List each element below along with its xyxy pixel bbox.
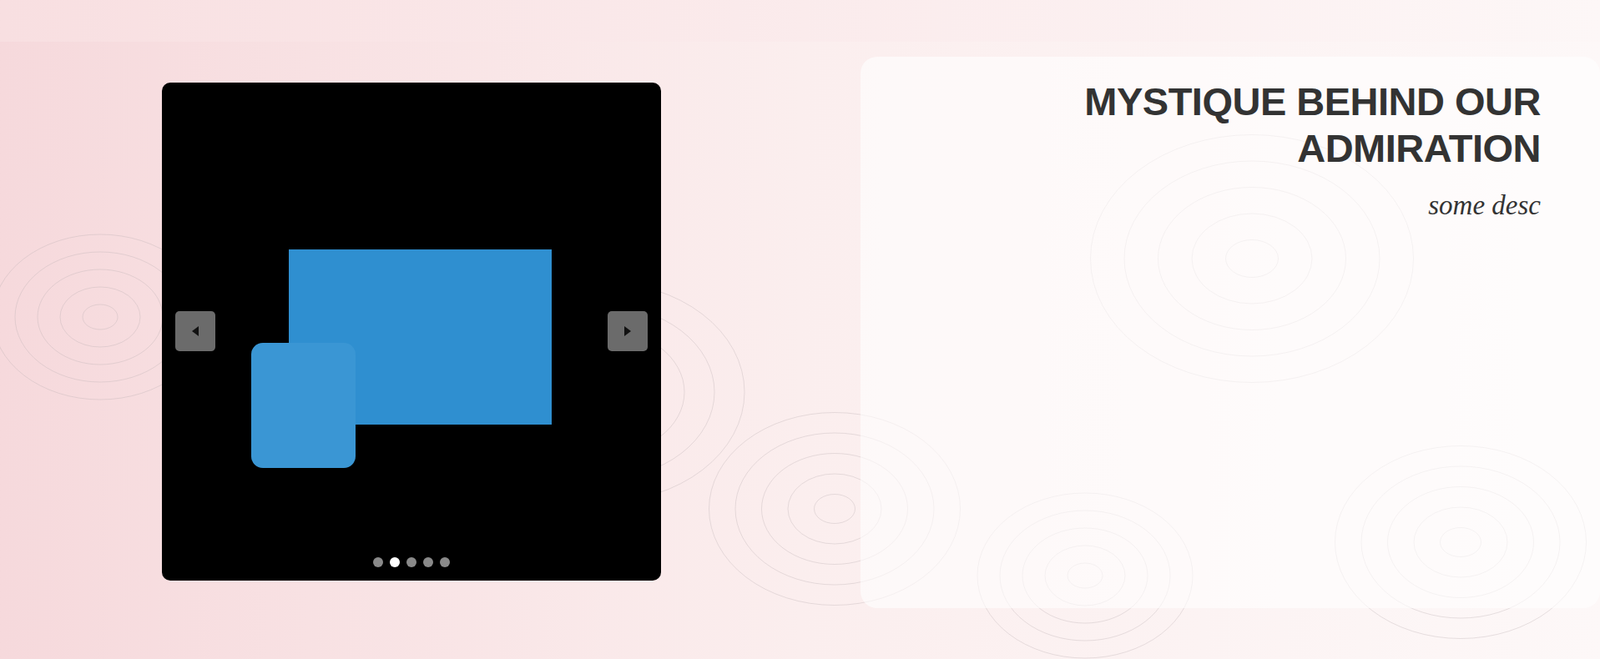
page: MYSTIQUE BEHIND OUR ADMIRATION some desc [0,0,1600,659]
image-carousel[interactable] [161,82,662,581]
hero-section: MYSTIQUE BEHIND OUR ADMIRATION some desc [0,41,1600,659]
slide-dot[interactable] [389,557,400,568]
section-description: some desc [1428,187,1541,224]
slide-dot[interactable] [406,557,417,568]
slide-dots [161,557,662,568]
previous-slide-button[interactable] [175,311,216,352]
caret-right-icon [622,325,633,338]
slide-dot[interactable] [373,557,384,568]
section-title: MYSTIQUE BEHIND OUR ADMIRATION [885,78,1541,173]
next-slide-button[interactable] [607,311,648,352]
slide-dot[interactable] [439,557,450,568]
caret-left-icon [190,325,201,338]
info-card: MYSTIQUE BEHIND OUR ADMIRATION some desc [860,56,1600,609]
product-photo [205,249,540,492]
top-strip [0,0,1600,42]
slide-dot[interactable] [423,557,434,568]
